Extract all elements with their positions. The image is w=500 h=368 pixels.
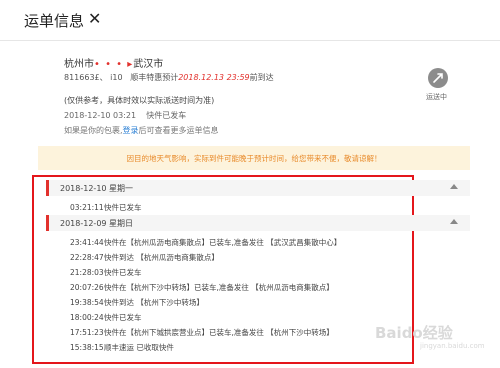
date-label: 2018-12-09 星期日 bbox=[60, 219, 134, 228]
dialog-header: 运单信息 ✕ bbox=[0, 0, 500, 41]
date-label: 2018-12-10 星期一 bbox=[60, 184, 134, 193]
login-hint-suffix: 后可查看更多运单信息 bbox=[138, 126, 219, 135]
event-text: 顺丰速运 已收取快件 bbox=[104, 343, 174, 352]
origin-city: 杭州市 bbox=[64, 59, 94, 70]
event-row: 20:07:26快件在【杭州下沙中转场】已装车,准备发往 【杭州瓜沥电商集散点】 bbox=[70, 282, 334, 293]
event-row: 17:51:23快件在【杭州下城拱宸营业点】已装车,准备发往 【杭州下沙中转场】 bbox=[70, 327, 334, 338]
event-time: 03:21:11 bbox=[70, 203, 104, 212]
close-icon[interactable]: ✕ bbox=[88, 9, 101, 28]
route-line: 杭州市• • • ▸武汉市 bbox=[64, 55, 163, 70]
latest-status: 2018-12-10 03:21 快件已发车 bbox=[64, 110, 186, 121]
event-time: 21:28:03 bbox=[70, 268, 104, 277]
weather-notice-text: 因目的地天气影响，实际到件可能晚于预计时间，给您带来不便，敬请谅解！ bbox=[126, 154, 382, 163]
estimate-time: 2018.12.13 23:59 bbox=[178, 73, 250, 82]
event-row: 21:28:03快件已发车 bbox=[70, 267, 142, 278]
event-text: 快件到达 【杭州下沙中转场】 bbox=[104, 298, 204, 307]
date-marker bbox=[46, 180, 49, 196]
baidu-watermark: Baido经验 bbox=[375, 324, 453, 342]
event-text: 快件已发车 bbox=[104, 203, 142, 212]
event-time: 18:00:24 bbox=[70, 313, 104, 322]
latest-status-text: 快件已发车 bbox=[146, 111, 187, 120]
event-row: 19:38:54快件到达 【杭州下沙中转场】 bbox=[70, 297, 204, 308]
login-hint-prefix: 如果是你的包裹, bbox=[64, 126, 123, 135]
event-row: 22:28:47快件到达 【杭州瓜沥电商集散点】 bbox=[70, 252, 219, 263]
date-group-header[interactable]: 2018-12-09 星期日 bbox=[46, 215, 470, 231]
page-title: 运单信息 bbox=[24, 12, 85, 30]
route-dots: • • • ▸ bbox=[94, 59, 134, 70]
waybill-line: 811663£、 i10 顺丰特惠预计2018.12.13 23:59前到达 bbox=[64, 72, 274, 83]
event-row: 03:21:11快件已发车 bbox=[70, 202, 142, 213]
login-hint: 如果是你的包裹,登录后可查看更多运单信息 bbox=[64, 125, 219, 136]
status-label: 运送中 bbox=[426, 93, 447, 101]
date-marker bbox=[46, 215, 49, 231]
estimate-note: (仅供参考，具体时效以实际派送时间为准) bbox=[64, 96, 215, 105]
estimate-suffix: 前到达 bbox=[249, 73, 274, 82]
weather-notice: 因目的地天气影响，实际到件可能晚于预计时间，给您带来不便，敬请谅解！ bbox=[38, 146, 470, 170]
event-time: 22:28:47 bbox=[70, 253, 104, 262]
event-text: 快件在【杭州下沙中转场】已装车,准备发往 【杭州瓜沥电商集散点】 bbox=[104, 283, 334, 292]
estimate-prefix: 顺丰特惠预计 bbox=[130, 73, 179, 82]
event-time: 17:51:23 bbox=[70, 328, 104, 337]
event-text: 快件在【杭州下城拱宸营业点】已装车,准备发往 【杭州下沙中转场】 bbox=[104, 328, 334, 337]
event-text: 快件到达 【杭州瓜沥电商集散点】 bbox=[104, 253, 219, 262]
date-group-header[interactable]: 2018-12-10 星期一 bbox=[46, 180, 470, 196]
collapse-arrow-icon[interactable] bbox=[450, 184, 458, 189]
event-row: 18:00:24快件已发车 bbox=[70, 312, 142, 323]
event-time: 19:38:54 bbox=[70, 298, 104, 307]
event-text: 快件已发车 bbox=[104, 268, 142, 277]
login-link[interactable]: 登录 bbox=[123, 126, 139, 135]
event-time: 20:07:26 bbox=[70, 283, 104, 292]
baidu-watermark-url: jingyan.baidu.com bbox=[420, 342, 485, 350]
event-text: 快件在【杭州瓜沥电商集散点】已装车,准备发往 【武汉武昌集散中心】 bbox=[104, 238, 342, 247]
event-time: 23:41:44 bbox=[70, 238, 104, 247]
event-row: 23:41:44快件在【杭州瓜沥电商集散点】已装车,准备发往 【武汉武昌集散中心… bbox=[70, 237, 341, 248]
event-text: 快件已发车 bbox=[104, 313, 142, 322]
event-time: 15:38:15 bbox=[70, 343, 104, 352]
latest-status-time: 2018-12-10 03:21 bbox=[64, 111, 137, 120]
truck-icon bbox=[428, 68, 448, 88]
event-row: 15:38:15顺丰速运 已收取快件 bbox=[70, 342, 174, 353]
collapse-arrow-icon[interactable] bbox=[450, 219, 458, 224]
destination-city: 武汉市 bbox=[133, 59, 164, 70]
waybill-number: 811663£、 i10 bbox=[64, 73, 123, 82]
